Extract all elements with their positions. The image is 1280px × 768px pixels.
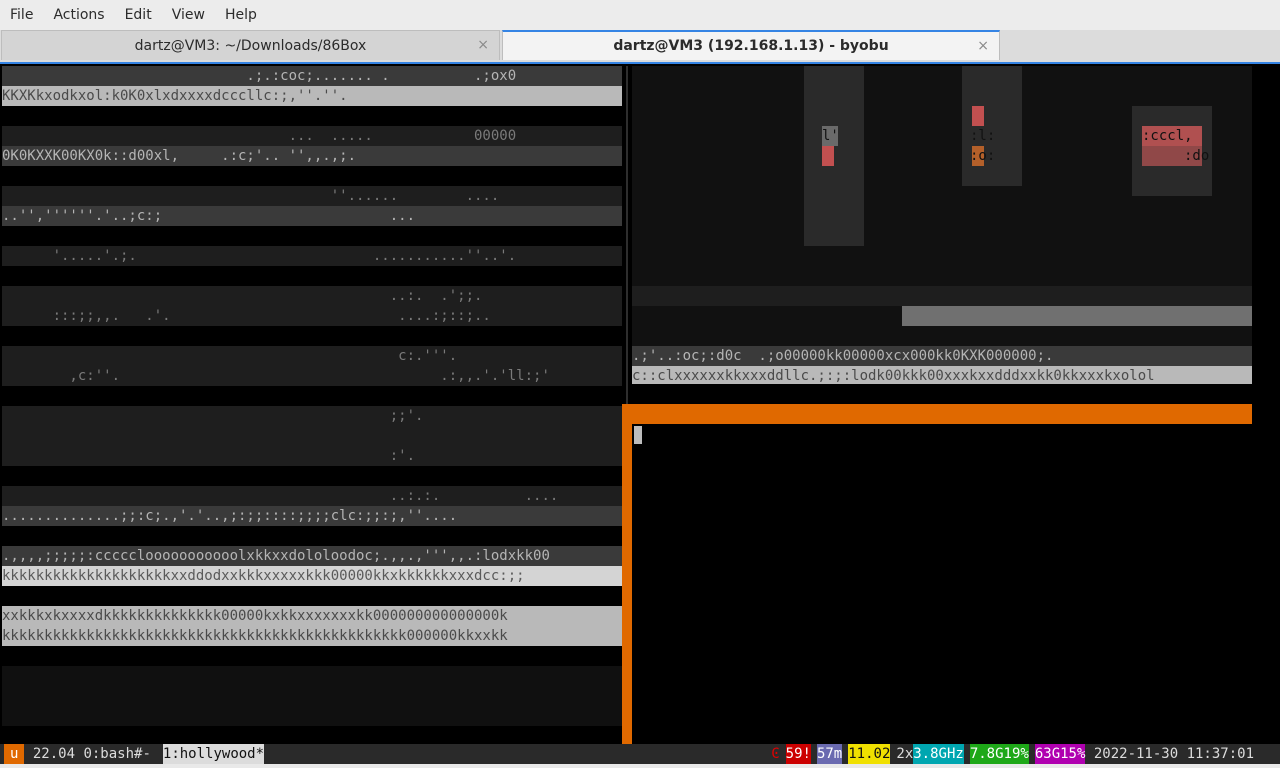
- ascii-art-row: :'.: [2, 446, 622, 466]
- ascii-art-row: ... ..... 00000: [2, 126, 622, 146]
- close-icon[interactable]: ×: [977, 38, 989, 54]
- art-label: :o:: [970, 148, 996, 164]
- cpu-frequency: 3.8GHz: [913, 744, 964, 764]
- ascii-art-row: kkkkkkkkkkkkkkkkkkkkxxddodxxkkkxxxxxkkk0…: [2, 566, 622, 586]
- ascii-art-row: ''...... ....: [2, 186, 622, 206]
- terminal-pane-left[interactable]: .;.:coc;....... . .;ox0 KKXKkxodkxol:k0K0…: [2, 66, 622, 726]
- ascii-art-row: [2, 466, 622, 486]
- terminal-pane-right-top[interactable]: l' :l: :cccl, :o: :do .;'..:oc;:d0c .;o0…: [632, 66, 1252, 384]
- os-version: 22.04: [24, 746, 84, 762]
- reboot-indicator: 59!: [785, 744, 811, 764]
- ascii-art-row: [2, 166, 622, 186]
- ascii-art-row: [2, 526, 622, 546]
- load-average: 11.02: [848, 744, 891, 764]
- art-label: :do: [1184, 148, 1210, 164]
- ascii-art-row: :::;;,,. .'. ....:;::;..: [2, 306, 622, 326]
- art-label: :l:: [970, 128, 996, 144]
- uptime-indicator: 57m: [816, 744, 843, 764]
- terminal-cursor: [634, 426, 642, 444]
- close-icon[interactable]: ×: [477, 37, 489, 53]
- menu-view[interactable]: View: [162, 0, 215, 30]
- menu-help[interactable]: Help: [215, 0, 267, 30]
- ascii-art-row: .;'..:oc;:d0c .;o00000kk00000xcx000kk0KX…: [632, 346, 1252, 366]
- tab-label: dartz@VM3 (192.168.1.13) - byobu: [613, 38, 889, 54]
- ascii-art-row: .,,,,;;;;;:ccccclooooooooooolxkkxxdololo…: [2, 546, 622, 566]
- ascii-art-row: ..'',''''''.'..;c:; ...: [2, 206, 622, 226]
- memory-usage: 7.8G19%: [969, 744, 1029, 764]
- ascii-art-row: :: [2, 586, 622, 606]
- active-pane-border: [622, 404, 1252, 424]
- tab-bar: dartz@VM3: ~/Downloads/86Box × dartz@VM3…: [0, 30, 1280, 62]
- ascii-art-row: c::clxxxxxxkkxxxddllc.;:;:lodk00kkk00xxx…: [632, 366, 1252, 384]
- window-tab-0[interactable]: 0:bash#-: [83, 744, 150, 764]
- swirl-icon: Ͼ: [771, 746, 780, 762]
- date-time: 2022-11-30 11:37:01: [1085, 746, 1254, 762]
- ascii-art-row: [2, 106, 622, 126]
- active-pane-border: [622, 404, 632, 746]
- window-tab-1[interactable]: 1:hollywood*: [162, 744, 265, 764]
- ascii-art-row: ..:. .';;.: [2, 286, 622, 306]
- disk-usage: 63G15%: [1034, 744, 1086, 764]
- ascii-art-row: [2, 326, 622, 346]
- tab-label: dartz@VM3: ~/Downloads/86Box: [134, 37, 367, 54]
- byobu-status-bar: u 22.04 0:bash#- 1:hollywood* Ͼ 59! 57m …: [0, 744, 1280, 764]
- menu-edit[interactable]: Edit: [115, 0, 162, 30]
- menu-bar: File Actions Edit View Help: [0, 0, 1280, 30]
- terminal-area[interactable]: .;.:coc;....... . .;ox0 KKXKkxodkxol:k0K0…: [0, 62, 1280, 746]
- ascii-art-row: KKXKkxodkxol:k0K0xlxdxxxxdcccllc:;,''.''…: [2, 86, 622, 106]
- ascii-art-row: ..:.:. ....: [2, 486, 622, 506]
- ascii-art-row: 0K0KXXK00KX0k::d00xl, .:c;'.. '',,.,;.: [2, 146, 622, 166]
- art-label: l': [822, 128, 839, 144]
- pane-divider[interactable]: [626, 66, 628, 404]
- menu-actions[interactable]: Actions: [43, 0, 114, 30]
- ascii-art-row: ;;'.: [2, 406, 622, 426]
- status-indicators: Ͼ 59! 57m 11.02 2x 3.8GHz 7.8G19% 63G15%…: [771, 744, 1254, 764]
- window-bottom-edge: [0, 764, 1280, 768]
- ascii-art-row: k: [2, 646, 622, 666]
- ascii-art-row: .: [2, 426, 622, 446]
- byobu-logo: u: [4, 744, 25, 764]
- ascii-art-row: [2, 266, 622, 286]
- ascii-art-row: ,c:''. .:,,.'.'ll:;': [2, 366, 622, 386]
- ascii-art-row: xxkkkxkxxxxdkkkkkkkkkkkkkk00000kxkkxxxxx…: [2, 606, 622, 626]
- menu-file[interactable]: File: [0, 0, 43, 30]
- ascii-art-row: ..............;;:c;.,'.'..,;:;;::::;;;;c…: [2, 506, 622, 526]
- ascii-art-row: .;.:coc;....... . .;ox0: [2, 66, 622, 86]
- ascii-art-row: [2, 386, 622, 406]
- art-label: :cccl,: [1142, 128, 1193, 144]
- tab-byobu[interactable]: dartz@VM3 (192.168.1.13) - byobu ×: [502, 30, 1000, 60]
- ascii-art-row: kkkkkkkkkkkkkkkkkkkkkkkkkkkkkkkkkkkkkkkk…: [2, 626, 622, 646]
- ascii-art-row: '.....'.;. ...........''..'.: [2, 246, 622, 266]
- cpu-count: 2x: [896, 746, 914, 762]
- ascii-art-row: c:.'''.: [2, 346, 622, 366]
- tab-86box[interactable]: dartz@VM3: ~/Downloads/86Box ×: [1, 30, 500, 60]
- ascii-art-row: [2, 226, 622, 246]
